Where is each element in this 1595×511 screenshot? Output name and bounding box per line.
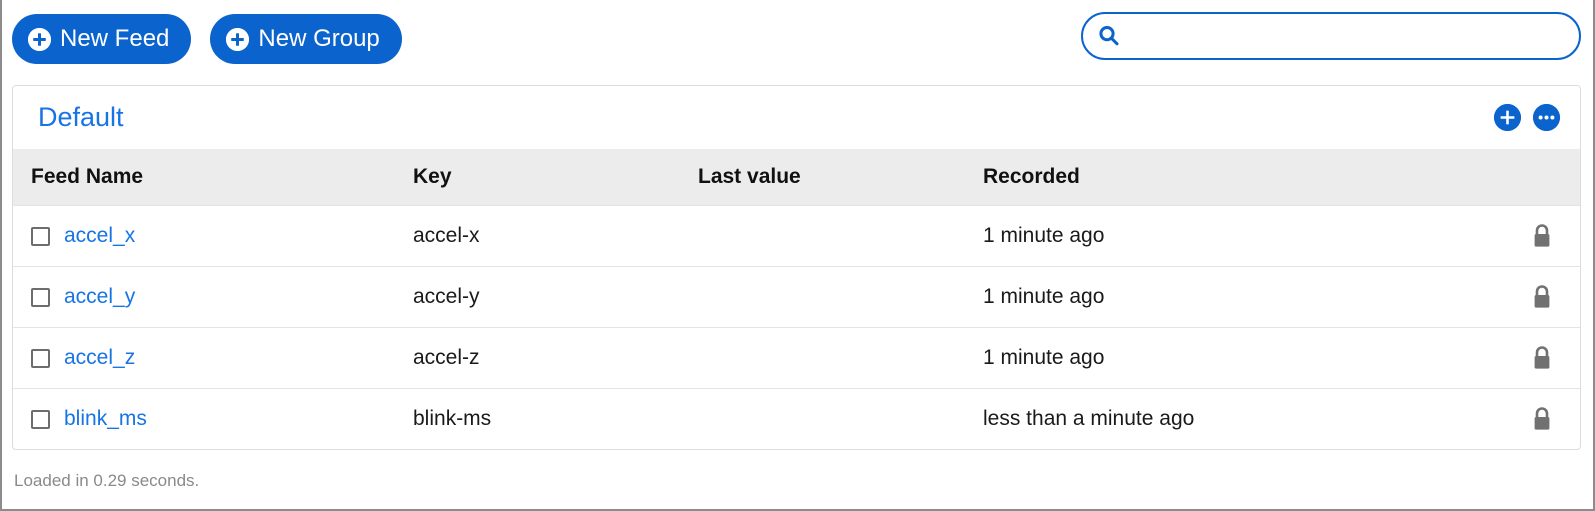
- table-row[interactable]: accel_y accel-y 1 minute ago: [13, 266, 1580, 328]
- plus-circle-icon: [28, 27, 51, 51]
- row-select-checkbox[interactable]: [31, 409, 50, 429]
- cell-last-value: [698, 266, 983, 328]
- cell-last-value: [698, 388, 983, 449]
- search-icon: [1097, 24, 1121, 48]
- table-row[interactable]: accel_x accel-x 1 minute ago: [13, 205, 1580, 267]
- feed-name-link[interactable]: accel_x: [64, 224, 135, 248]
- lock-icon: [1531, 285, 1553, 308]
- column-header-lock: [1510, 149, 1580, 206]
- row-select-checkbox[interactable]: [31, 226, 50, 246]
- lock-icon: [1531, 407, 1553, 430]
- cell-last-value: [698, 205, 983, 267]
- cell-last-value: [698, 327, 983, 389]
- feed-group-header: Default: [13, 86, 1580, 149]
- feeds-table-header: Feed Name Key Last value Recorded: [13, 149, 1580, 206]
- group-header-actions: [1494, 104, 1566, 131]
- cell-recorded: 1 minute ago: [983, 266, 1510, 328]
- plus-circle-icon: [226, 27, 250, 51]
- row-select-checkbox[interactable]: [31, 348, 50, 368]
- cell-recorded: 1 minute ago: [983, 205, 1510, 267]
- cell-key: accel-z: [413, 327, 698, 389]
- cell-feed-name: accel_z: [13, 327, 413, 389]
- cell-lock: [1510, 205, 1580, 267]
- new-feed-button[interactable]: New Feed: [12, 14, 192, 64]
- cell-key: blink-ms: [413, 388, 698, 449]
- cell-lock: [1510, 388, 1580, 449]
- feed-group-card: Default Feed Name Key Last value Recorde…: [12, 85, 1581, 450]
- cell-feed-name: accel_y: [13, 266, 413, 328]
- cell-feed-name: blink_ms: [13, 388, 413, 449]
- search-input[interactable]: [1121, 14, 1579, 58]
- cell-lock: [1510, 266, 1580, 328]
- cell-lock: [1510, 327, 1580, 389]
- search-bar[interactable]: [1081, 12, 1581, 60]
- feeds-table: Feed Name Key Last value Recorded accel_…: [13, 149, 1580, 449]
- feed-name-link[interactable]: accel_z: [64, 346, 135, 370]
- more-options-button[interactable]: [1533, 104, 1560, 131]
- table-row[interactable]: accel_z accel-z 1 minute ago: [13, 327, 1580, 389]
- feed-name-link[interactable]: accel_y: [64, 285, 135, 309]
- column-header-recorded: Recorded: [983, 149, 1510, 206]
- load-time-note: Loaded in 0.29 seconds.: [14, 471, 200, 490]
- new-feed-label: New Feed: [60, 25, 170, 52]
- feeds-page: New Feed New Group Default Feed Name Key…: [2, 0, 1593, 509]
- cell-key: accel-x: [413, 205, 698, 267]
- new-group-button[interactable]: New Group: [210, 14, 402, 64]
- cell-feed-name: accel_x: [13, 205, 413, 267]
- new-group-label: New Group: [258, 25, 380, 52]
- table-row[interactable]: blink_ms blink-ms less than a minute ago: [13, 388, 1580, 449]
- column-header-last-value: Last value: [698, 149, 983, 206]
- column-header-feed-name: Feed Name: [13, 149, 413, 206]
- cell-recorded: 1 minute ago: [983, 327, 1510, 389]
- add-feed-button[interactable]: [1494, 104, 1521, 131]
- lock-icon: [1531, 224, 1553, 247]
- row-select-checkbox[interactable]: [31, 287, 50, 307]
- table-header-row: Feed Name Key Last value Recorded: [13, 149, 1580, 206]
- group-title[interactable]: Default: [38, 104, 124, 131]
- column-header-key: Key: [413, 149, 698, 206]
- feed-name-link[interactable]: blink_ms: [64, 407, 147, 431]
- lock-icon: [1531, 346, 1553, 369]
- cell-key: accel-y: [413, 266, 698, 328]
- feeds-table-body: accel_x accel-x 1 minute ago accel_y acc…: [13, 205, 1580, 449]
- cell-recorded: less than a minute ago: [983, 388, 1510, 449]
